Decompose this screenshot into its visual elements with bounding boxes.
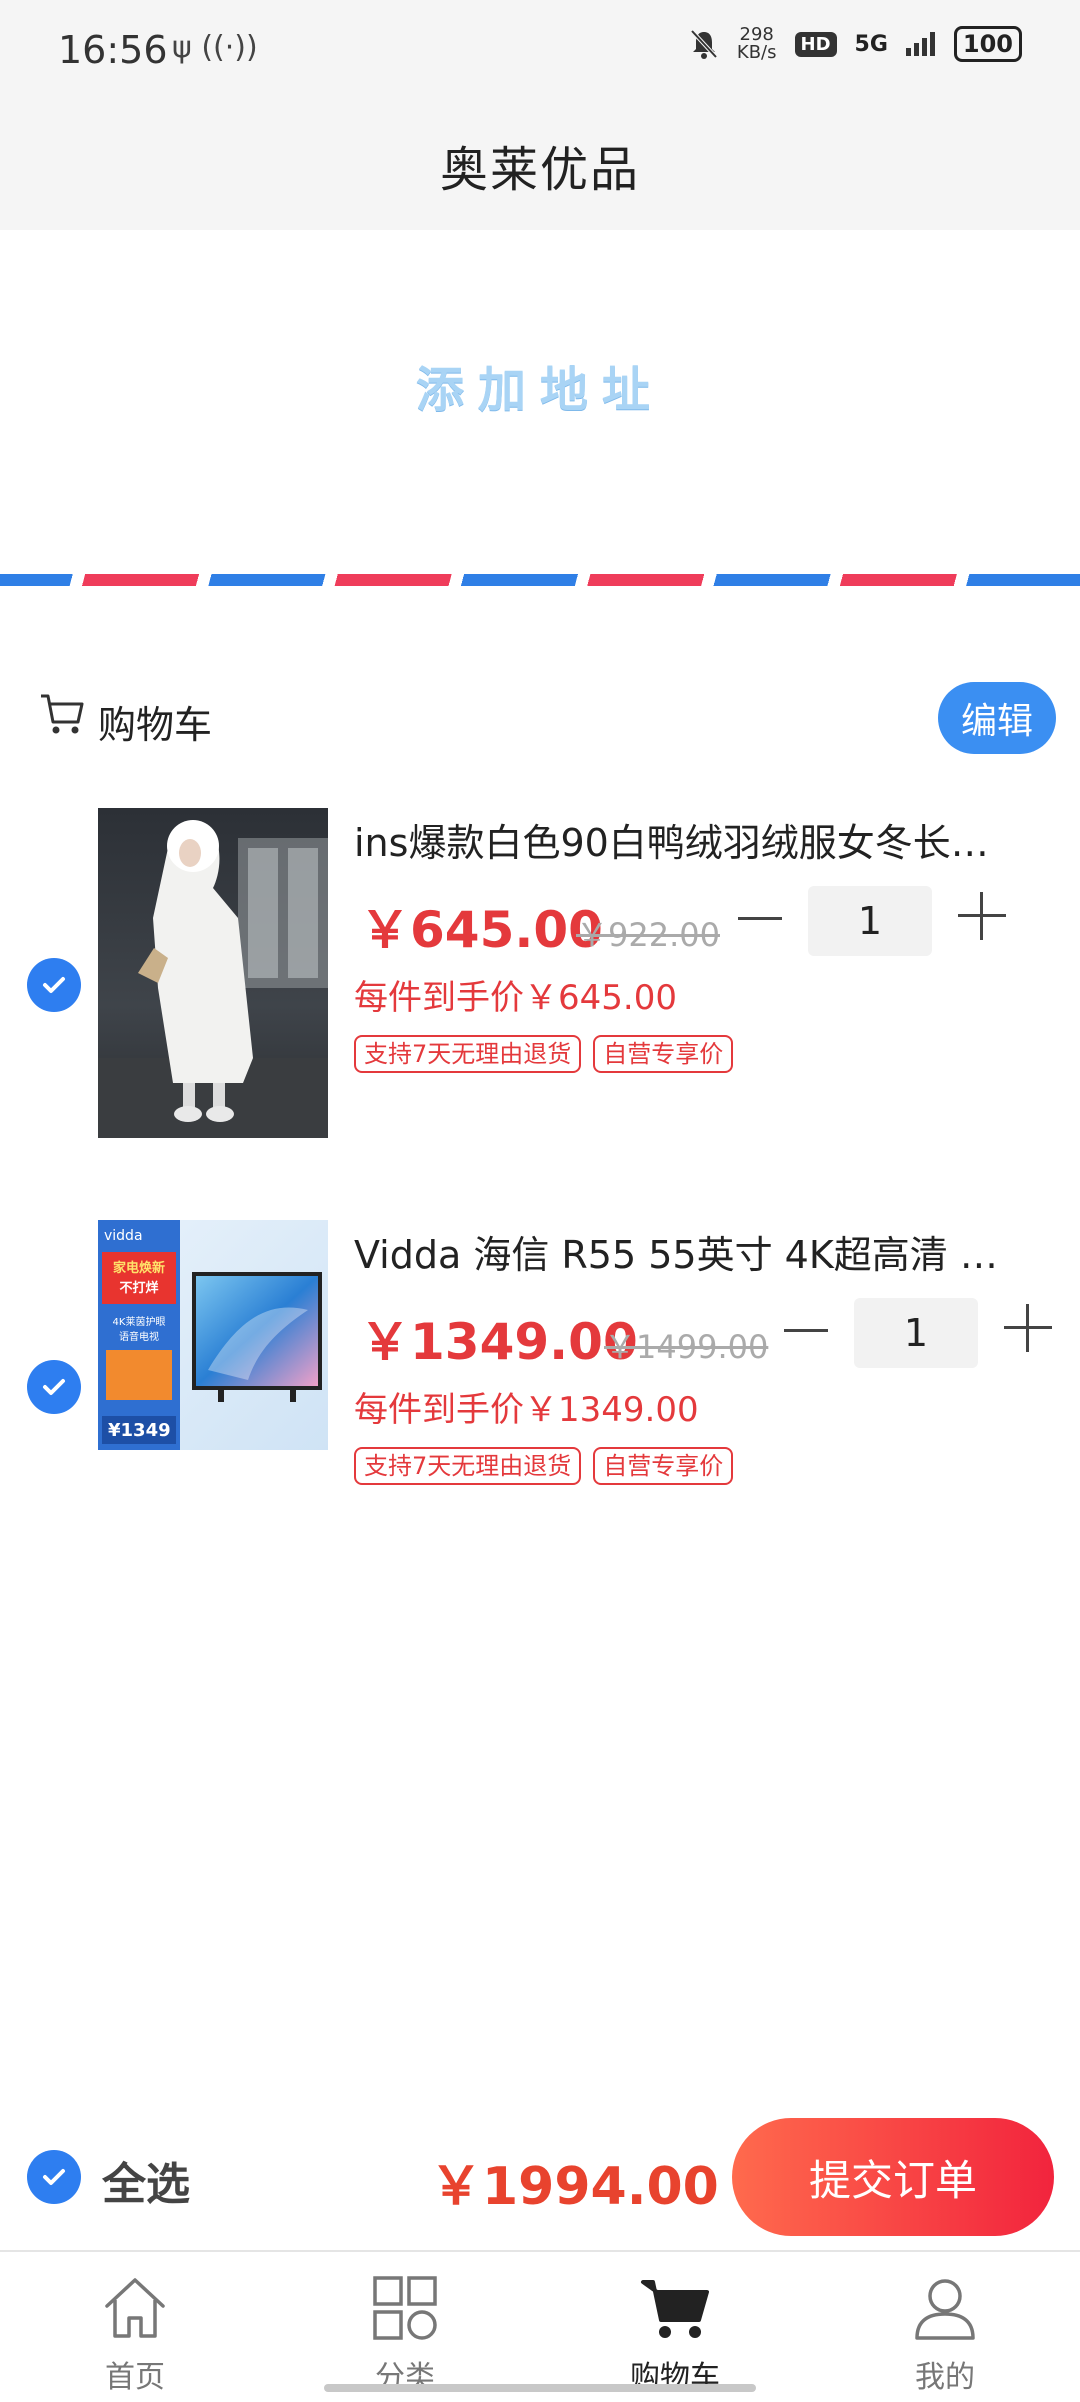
- product-name[interactable]: ins爆款白色90白鸭绒羽绒服女冬长…: [354, 812, 1014, 867]
- mute-bell-icon: [690, 29, 718, 59]
- tab-category[interactable]: 分类: [270, 2252, 540, 2402]
- quantity-decrease-button[interactable]: [734, 890, 786, 946]
- signal-5g-icon: 5G: [854, 31, 888, 57]
- down-jacket-product-image: [98, 808, 328, 1138]
- tv-brand-text: vidda: [104, 1228, 143, 1244]
- add-address-button[interactable]: 添加地址: [0, 350, 1080, 420]
- usb-icon: ψ ((·)): [172, 30, 258, 65]
- exclusive-price-tag: 自营专享价: [593, 1035, 734, 1073]
- select-all-checkbox[interactable]: [27, 2150, 81, 2204]
- page-title: 奥莱优品: [439, 142, 640, 198]
- quantity-increase-button[interactable]: [1004, 1304, 1052, 1352]
- original-price: ￥1499.00: [604, 1328, 769, 1366]
- home-icon: [105, 2278, 165, 2338]
- quantity-input[interactable]: 1: [854, 1298, 978, 1368]
- status-indicators: 298 KB/s HD 5G 100: [689, 26, 1022, 62]
- product-image[interactable]: [98, 808, 328, 1138]
- select-all-label[interactable]: 全选: [102, 2148, 190, 2212]
- item-checkbox[interactable]: [27, 958, 81, 1012]
- product-tags: 支持7天无理由退货 自营专享价: [354, 1035, 734, 1073]
- tv-product-image: vidda 家电焕新 不打烊 4K莱茵护眼 语音电视 ¥1349: [98, 1220, 328, 1450]
- checkout-bar: 全选 ￥1994.00 提交订单: [0, 2100, 1080, 2250]
- airmail-stripe-divider: [0, 574, 1080, 586]
- bottom-tab-bar: 首页 分类 购物车 我的: [0, 2250, 1080, 2402]
- exclusive-price-tag: 自营专享价: [593, 1447, 734, 1485]
- status-time: 16:56: [58, 28, 168, 72]
- quantity-input[interactable]: 1: [808, 886, 932, 956]
- check-icon: [43, 2169, 65, 2185]
- tv-feature-text: 语音电视: [119, 1330, 159, 1343]
- home-indicator[interactable]: [324, 2384, 756, 2392]
- total-price: ￥1994.00: [430, 2157, 719, 2217]
- battery-icon: 100: [953, 26, 1022, 62]
- status-bar: 16:56 ψ ((·)) 298 KB/s HD 5G 100: [0, 0, 1080, 100]
- cart-icon: [641, 2280, 709, 2338]
- tab-cart[interactable]: 购物车: [540, 2252, 810, 2402]
- original-price: ￥922.00: [576, 916, 720, 954]
- check-icon: [43, 1379, 65, 1395]
- tab-home[interactable]: 首页: [0, 2252, 270, 2402]
- tab-profile[interactable]: 我的: [810, 2252, 1080, 2402]
- quantity-decrease-button[interactable]: [780, 1302, 832, 1358]
- cart-icon: [41, 694, 84, 734]
- return-policy-tag: 支持7天无理由退货: [354, 1035, 582, 1073]
- title-bar: 奥莱优品: [0, 100, 1080, 230]
- product-price: ￥645.00: [360, 901, 603, 959]
- item-checkbox[interactable]: [27, 1360, 81, 1414]
- product-image[interactable]: vidda 家电焕新 不打烊 4K莱茵护眼 语音电视 ¥1349: [98, 1220, 328, 1450]
- tab-label: 我的: [915, 2360, 975, 2395]
- product-price: ￥1349.00: [360, 1313, 638, 1371]
- hd-badge: HD: [794, 31, 837, 57]
- final-price: 每件到手价￥645.00: [354, 978, 677, 1018]
- cart-title: 购物车: [98, 703, 213, 747]
- final-price: 每件到手价￥1349.00: [354, 1390, 699, 1430]
- network-speed: 298 KB/s: [736, 24, 777, 63]
- tv-promo-text: 不打烊: [119, 1280, 158, 1296]
- user-icon: [915, 2279, 975, 2340]
- cart-item: vidda 家电焕新 不打烊 4K莱茵护眼 语音电视 ¥1349 Vidda 海…: [0, 1212, 1080, 1552]
- quantity-increase-button[interactable]: [958, 892, 1006, 940]
- tv-price-text: ¥1349: [108, 1420, 171, 1441]
- edit-button[interactable]: 编辑: [938, 682, 1056, 754]
- minus-icon: [738, 916, 782, 920]
- signal-bars-icon: [905, 32, 935, 56]
- check-icon: [43, 977, 65, 993]
- product-tags: 支持7天无理由退货 自营专享价: [354, 1447, 734, 1485]
- address-section[interactable]: 添加地址: [0, 230, 1080, 585]
- category-icon: [373, 2276, 437, 2340]
- product-name[interactable]: Vidda 海信 R55 55英寸 4K超高清 …: [354, 1224, 1014, 1279]
- tab-label: 首页: [105, 2360, 165, 2395]
- tv-feature-text: 4K莱茵护眼: [113, 1315, 166, 1328]
- submit-order-button[interactable]: 提交订单: [732, 2118, 1054, 2236]
- minus-icon: [784, 1328, 828, 1332]
- cart-item: ins爆款白色90白鸭绒羽绒服女冬长… ￥645.00 ￥922.00 1 每件…: [0, 800, 1080, 1140]
- tv-promo-text: 家电焕新: [113, 1260, 165, 1276]
- cart-header: 购物车 编辑: [0, 660, 1080, 770]
- return-policy-tag: 支持7天无理由退货: [354, 1447, 582, 1485]
